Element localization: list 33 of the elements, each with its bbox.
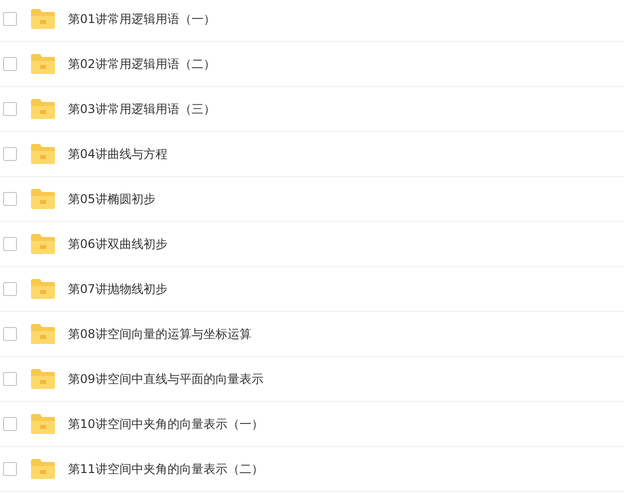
folder-name[interactable]: 第09讲空间中直线与平面的向量表示 [68, 370, 264, 388]
folder-icon [30, 233, 56, 255]
folder-name[interactable]: 第02讲常用逻辑用语（二） [68, 56, 216, 72]
folder-name[interactable]: 第03讲常用逻辑用语（三） [68, 100, 216, 118]
checkbox[interactable] [3, 12, 17, 26]
checkbox[interactable] [3, 372, 17, 386]
folder-icon [30, 458, 56, 480]
checkbox[interactable] [3, 192, 17, 206]
folder-icon [30, 98, 56, 120]
checkbox[interactable] [3, 237, 17, 251]
checkbox[interactable] [3, 102, 17, 116]
folder-name[interactable]: 第11讲空间中夹角的向量表示（二） [68, 460, 264, 478]
checkbox[interactable] [3, 327, 17, 341]
folder-name[interactable]: 第01讲常用逻辑用语（一） [68, 10, 216, 28]
folder-icon [30, 368, 56, 390]
folder-name[interactable]: 第05讲椭圆初步 [68, 190, 156, 208]
folder-icon [30, 413, 56, 435]
folder-name[interactable]: 第06讲双曲线初步 [68, 236, 168, 252]
folder-icon [30, 143, 56, 165]
folder-name[interactable]: 第07讲抛物线初步 [68, 280, 168, 298]
checkbox[interactable] [3, 57, 17, 71]
folder-icon [30, 188, 56, 210]
folder-name[interactable]: 第08讲空间向量的运算与坐标运算 [68, 326, 252, 342]
folder-icon [30, 278, 56, 300]
folder-icon [30, 323, 56, 345]
folder-icon [30, 53, 56, 75]
checkbox[interactable] [3, 282, 17, 296]
folder-name[interactable]: 第04讲曲线与方程 [68, 146, 168, 162]
checkbox[interactable] [3, 147, 17, 161]
folder-name[interactable]: 第10讲空间中夹角的向量表示（一） [68, 416, 264, 432]
checkbox[interactable] [3, 462, 17, 476]
checkbox[interactable] [3, 417, 17, 431]
folder-icon [30, 8, 56, 30]
